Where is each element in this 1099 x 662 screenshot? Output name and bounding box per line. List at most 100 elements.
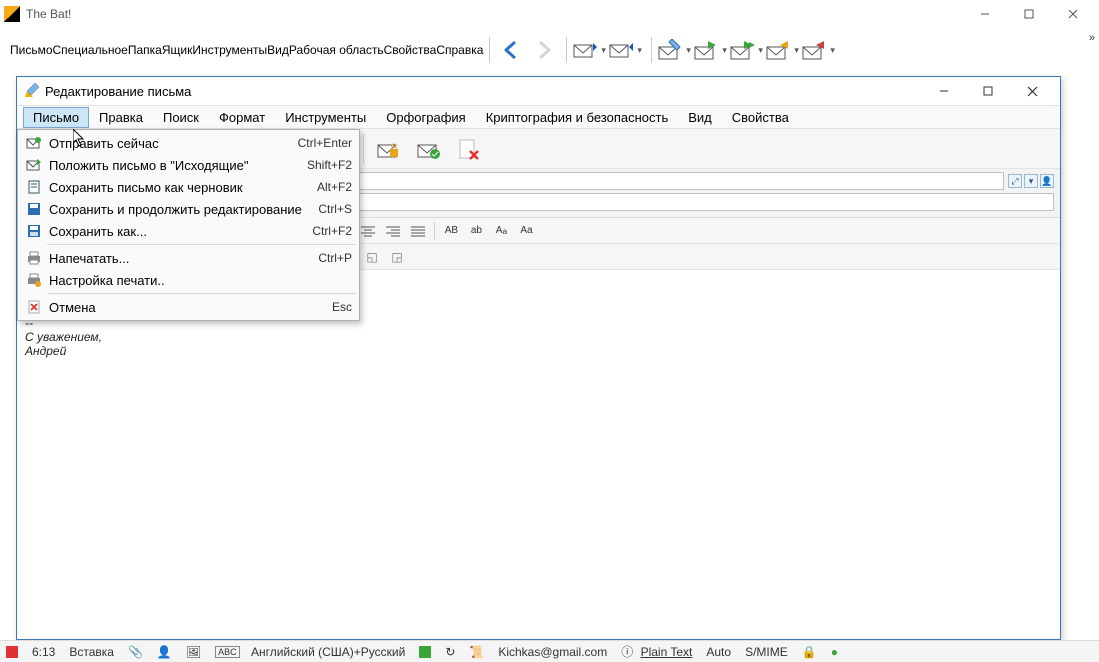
status-language[interactable]: ABC Английский (США)+Русский xyxy=(215,645,405,659)
forward-button[interactable]: ▾ xyxy=(766,35,802,65)
outer-menu-tools[interactable]: Инструменты xyxy=(192,43,267,57)
print-icon xyxy=(23,251,45,265)
align-center-button[interactable] xyxy=(356,220,380,242)
outer-minimize-button[interactable] xyxy=(963,2,1007,26)
app-title: The Bat! xyxy=(26,7,71,21)
status-cursor-position: 6:13 xyxy=(32,645,55,659)
print-setup-icon xyxy=(23,273,45,287)
tb-encrypt-button[interactable] xyxy=(368,132,408,166)
menu-item-save-cont[interactable]: Сохранить и продолжить редактированиеCtr… xyxy=(19,198,358,220)
new-mail-button[interactable]: ▾ xyxy=(658,35,694,65)
separator xyxy=(651,37,652,63)
message-body[interactable]: -- С уважением, Андрей xyxy=(17,270,1060,639)
app-icon xyxy=(4,6,20,22)
editor-minimize-button[interactable] xyxy=(922,79,966,103)
ed-menu-crypto[interactable]: Криптография и безопасность xyxy=(476,107,679,128)
status-cert-icon[interactable]: 📜 xyxy=(469,645,484,659)
outer-menu-view[interactable]: Вид xyxy=(267,43,289,57)
status-attachment-icon[interactable]: 📎 xyxy=(128,645,143,659)
ed-menu-view[interactable]: Вид xyxy=(678,107,722,128)
signature-line1: С уважением, xyxy=(25,330,1052,344)
menu-item-label: Настройка печати.. xyxy=(45,273,352,288)
ed-menu-format[interactable]: Формат xyxy=(209,107,275,128)
menu-item-draft[interactable]: Сохранить письмо как черновикAlt+F2 xyxy=(19,176,358,198)
menu-item-label: Отправить сейчас xyxy=(45,136,298,151)
status-format[interactable]: ⓘ Plain Text xyxy=(621,643,692,660)
ed-menu-search[interactable]: Поиск xyxy=(153,107,209,128)
ed-menu-props[interactable]: Свойства xyxy=(722,107,799,128)
subscript-button[interactable]: Aa xyxy=(489,220,513,242)
editor-close-button[interactable] xyxy=(1010,79,1054,103)
outer-close-button[interactable] xyxy=(1051,2,1095,26)
status-lock-icon[interactable]: 🔒 xyxy=(802,645,817,659)
save-as-icon xyxy=(23,224,45,238)
send-mail-button[interactable]: ▾ xyxy=(609,35,645,65)
status-account[interactable]: Kichkas@gmail.com xyxy=(498,645,607,659)
outer-menu-mailbox[interactable]: Ящик xyxy=(162,43,193,57)
outer-menu-properties[interactable]: Свойства xyxy=(384,43,437,57)
menu-item-label: Положить письмо в "Исходящие" xyxy=(45,158,307,173)
tb-cancel-button[interactable] xyxy=(448,132,488,166)
status-bar: 6:13 Вставка 📎 👤 🖼 ABC Английский (США)+… xyxy=(0,640,1099,662)
status-image-icon[interactable]: 🖼 xyxy=(186,645,201,659)
menu-item-send[interactable]: Отправить сейчасCtrl+Enter xyxy=(19,132,358,154)
align-right-button[interactable] xyxy=(381,220,405,242)
outer-menu-help[interactable]: Справка xyxy=(436,43,483,57)
editor-window: Редактирование письма Письмо Правка Поис… xyxy=(16,76,1061,640)
menu-item-print-setup[interactable]: Настройка печати.. xyxy=(19,269,358,291)
case-button[interactable]: Aa xyxy=(514,220,538,242)
send-icon xyxy=(23,136,45,150)
menu-item-shortcut: Shift+F2 xyxy=(307,158,352,172)
letter-menu-dropdown: Отправить сейчасCtrl+EnterПоложить письм… xyxy=(17,129,360,321)
menu-item-label: Сохранить и продолжить редактирование xyxy=(45,202,318,217)
hdr-addressbook-icon[interactable]: 👤 xyxy=(1040,174,1054,188)
menu-item-print[interactable]: Напечатать...Ctrl+P xyxy=(19,247,358,269)
menu-item-cancel[interactable]: ОтменаEsc xyxy=(19,296,358,318)
hdr-expand-icon[interactable]: ⤢ xyxy=(1008,174,1022,188)
ed-menu-tools[interactable]: Инструменты xyxy=(275,107,376,128)
smallcaps-button[interactable]: AB xyxy=(439,220,463,242)
status-contact-icon[interactable]: 👤 xyxy=(157,645,172,659)
ed-menu-letter[interactable]: Письмо xyxy=(23,107,89,128)
nav-back-button[interactable] xyxy=(496,34,528,66)
receive-mail-button[interactable]: ▾ xyxy=(573,35,609,65)
lowercase-button[interactable]: ab xyxy=(464,220,488,242)
outer-menu-folder[interactable]: Папка xyxy=(128,43,162,57)
reply-button[interactable]: ▾ xyxy=(694,35,730,65)
align-justify-button[interactable] xyxy=(406,220,430,242)
editor-maximize-button[interactable] xyxy=(966,79,1010,103)
menu-item-shortcut: Ctrl+F2 xyxy=(312,224,352,238)
nav-forward-button[interactable] xyxy=(528,34,560,66)
hdr-collapse-icon[interactable]: ▾ xyxy=(1024,174,1038,188)
tb-sign-button[interactable] xyxy=(408,132,448,166)
outer-menu-special[interactable]: Специальное xyxy=(53,43,128,57)
cell-align-3-icon[interactable]: ◲ xyxy=(386,247,408,267)
draft-icon xyxy=(23,180,45,194)
toolbar-overflow-icon[interactable]: » xyxy=(1089,32,1095,44)
status-encoding[interactable]: Auto xyxy=(706,645,731,659)
reply-all-button[interactable]: ▾ xyxy=(730,35,766,65)
ed-menu-edit[interactable]: Правка xyxy=(89,107,153,128)
menu-item-save-as[interactable]: Сохранить как...Ctrl+F2 xyxy=(19,220,358,242)
status-insert-mode: Вставка xyxy=(69,645,114,659)
cell-align-2-icon[interactable]: ◱ xyxy=(361,247,383,267)
separator xyxy=(489,37,490,63)
menu-item-label: Напечатать... xyxy=(45,251,318,266)
outer-titlebar: The Bat! xyxy=(0,0,1099,28)
status-smime[interactable]: S/MIME xyxy=(745,645,788,659)
outer-menu-letter[interactable]: Письмо xyxy=(10,43,53,57)
menu-item-outbox[interactable]: Положить письмо в "Исходящие"Shift+F2 xyxy=(19,154,358,176)
ed-menu-spelling[interactable]: Орфография xyxy=(376,107,475,128)
status-online-icon xyxy=(419,646,431,658)
status-signed-icon[interactable]: ● xyxy=(831,645,838,659)
menu-item-label: Отмена xyxy=(45,300,332,315)
cancel-icon xyxy=(23,300,45,314)
status-indicator-icon xyxy=(6,646,18,658)
outer-menu-workspace[interactable]: Рабочая область xyxy=(289,43,384,57)
menu-item-shortcut: Alt+F2 xyxy=(317,180,352,194)
redirect-button[interactable]: ▾ xyxy=(802,35,838,65)
status-sync-icon[interactable]: ↻ xyxy=(445,645,455,659)
separator xyxy=(566,37,567,63)
outer-maximize-button[interactable] xyxy=(1007,2,1051,26)
menu-item-shortcut: Esc xyxy=(332,300,352,314)
